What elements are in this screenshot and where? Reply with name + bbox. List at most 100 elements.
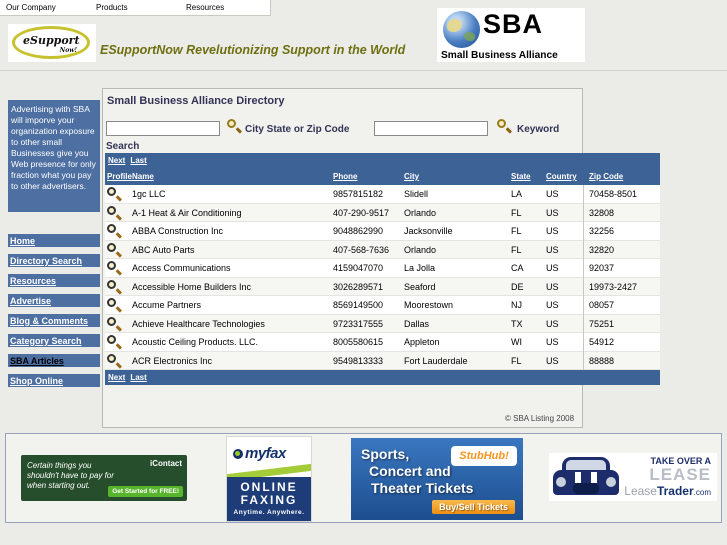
city-state-zip-label: City State or Zip Code [245,124,350,135]
cell-city: Orlando [404,244,437,255]
sidebar-item-label[interactable]: Advertise [8,296,51,306]
stubhub-buy-sell-button[interactable]: Buy/Sell Tickets [432,500,515,514]
column-header-state[interactable]: State [511,172,531,181]
cell-name: ABBA Construction Inc [132,226,224,236]
cell-city: Jacksonville [404,226,453,236]
sidebar-item-label[interactable]: Home [8,236,35,246]
cell-state: DE [511,281,524,292]
sba-logo[interactable]: SBA Small Business Alliance [437,8,585,62]
table-header-row: Profile Name Phone City State Country Zip Code [105,168,660,185]
magnifier-icon[interactable] [107,279,123,294]
magnifier-icon[interactable] [107,242,123,257]
esupportnow-logo-text: eSupport [23,34,80,47]
cell-name: ABC Auto Parts [132,244,195,255]
header-divider [0,70,727,71]
cell-name: Accessible Home Builders Inc [132,281,252,292]
column-header-phone[interactable]: Phone [333,172,357,181]
table-row: Acoustic Ceiling Products. LLC. 800558061… [105,333,660,352]
next-link[interactable]: Next [108,156,125,165]
column-header-name[interactable]: Name [132,172,154,181]
last-link[interactable]: Last [130,373,146,382]
top-menu-item-our-company[interactable]: Our Company [0,3,90,12]
column-header-country[interactable]: Country [546,172,577,181]
esupportnow-logo[interactable]: eSupport Now! [8,24,96,62]
column-header-zip[interactable]: Zip Code [589,172,623,181]
icontact-ad-text: Certain things you shouldn't have to pay… [27,461,114,490]
table-row: Achieve Healthcare Technologies 972331755… [105,314,660,333]
cell-city: Slidell [404,189,429,199]
top-menu-item-products[interactable]: Products [90,3,180,12]
table-row: A-1 Heat & Air Conditioning 407-290-9517 O… [105,203,660,222]
sidebar-item-shop-online[interactable]: Shop Online [8,374,100,387]
profile-link-cell[interactable] [107,205,123,222]
leasetrader-ad-banner[interactable]: TAKE OVER A LEASE LeaseTrader.com [549,453,717,501]
magnifier-icon[interactable] [107,205,123,220]
leasetrader-brand: LeaseTrader.com [624,484,711,498]
profile-link-cell[interactable] [107,242,123,259]
sidebar-item-label[interactable]: Directory Search [8,256,82,266]
cell-phone: 4159047070 [333,263,384,273]
stubhub-ad-banner[interactable]: Sports, Concert and Theater Tickets Stub… [351,438,523,520]
profile-link-cell[interactable] [107,298,123,314]
cell-state: FL [511,244,522,255]
stubhub-logo-bubble: StubHub! [451,446,517,466]
sidebar-item-advertise[interactable]: Advertise [8,294,100,307]
search-icon[interactable] [497,119,513,134]
site-tagline: ESupportNow Revelutionizing Support in t… [100,43,406,57]
search-icon[interactable] [227,119,243,134]
column-header-profile[interactable]: Profile [107,172,132,181]
icontact-ad-banner[interactable]: Certain things you shouldn't have to pay… [21,455,187,501]
cell-phone: 8569149500 [333,300,384,310]
profile-link-cell[interactable] [107,261,123,277]
cell-phone: 407-568-7636 [333,244,390,255]
sidebar-item-label[interactable]: Blog & Comments [8,316,88,326]
cell-name: Access Communications [132,263,231,273]
sidebar-item-home[interactable]: Home [8,234,100,247]
profile-link-cell[interactable] [107,335,123,351]
myfax-logo: myfax [233,445,286,462]
stubhub-ad-line3: Theater Tickets [371,480,474,496]
cell-country: US [546,355,559,366]
sidebar-item-directory-search[interactable]: Directory Search [8,254,100,267]
magnifier-icon[interactable] [107,316,123,331]
table-row: 1gc LLC 9857815182 Slidell LA US 70458-8501 [105,185,660,204]
magnifier-icon[interactable] [107,298,123,313]
stubhub-ad-line1: Sports, [361,446,410,462]
top-menu-bar: Our Company Products Resources [0,0,271,16]
sidebar-nav: Home Directory Search Resources Advertise Bl… [8,234,100,394]
icontact-get-started-button[interactable]: Get Started for FREE! [108,486,183,497]
sidebar-item-blog-comments[interactable]: Blog & Comments [8,314,100,327]
cell-state: FL [511,226,522,236]
sidebar-item-label[interactable]: Shop Online [8,376,63,386]
leasetrader-ad-line2: LEASE [649,465,711,484]
city-state-zip-input[interactable] [106,121,220,136]
magnifier-icon[interactable] [107,335,123,350]
column-header-city[interactable]: City [404,172,419,181]
magnifier-icon[interactable] [107,353,123,368]
cell-name: 1gc LLC [132,189,166,199]
magnifier-icon[interactable] [107,261,123,276]
last-link[interactable]: Last [130,156,146,165]
profile-link-cell[interactable] [107,353,123,370]
car-icon [553,457,619,497]
profile-link-cell[interactable] [107,279,123,296]
sidebar-item-sba-articles[interactable]: SBA Articles [8,354,100,367]
magnifier-icon[interactable] [107,224,123,239]
cell-phone: 3026289571 [333,281,384,292]
top-menu-item-resources[interactable]: Resources [180,3,270,12]
sidebar-item-label[interactable]: SBA Articles [8,356,64,366]
cell-country: US [546,244,559,255]
magnifier-icon[interactable] [107,187,123,202]
sidebar-item-category-search[interactable]: Category Search [8,334,100,347]
profile-link-cell[interactable] [107,316,123,333]
profile-link-cell[interactable] [107,187,123,203]
profile-link-cell[interactable] [107,224,123,240]
next-link[interactable]: Next [108,373,125,382]
sidebar-item-label[interactable]: Resources [8,276,56,286]
keyword-input[interactable] [374,121,488,136]
cell-zip: 32256 [589,226,615,236]
myfax-ad-banner[interactable]: myfax ONLINE FAXING Anytime. Anywhere. [226,436,312,522]
sidebar-item-label[interactable]: Category Search [8,336,82,346]
sidebar-item-resources[interactable]: Resources [8,274,100,287]
cell-country: US [546,263,559,273]
